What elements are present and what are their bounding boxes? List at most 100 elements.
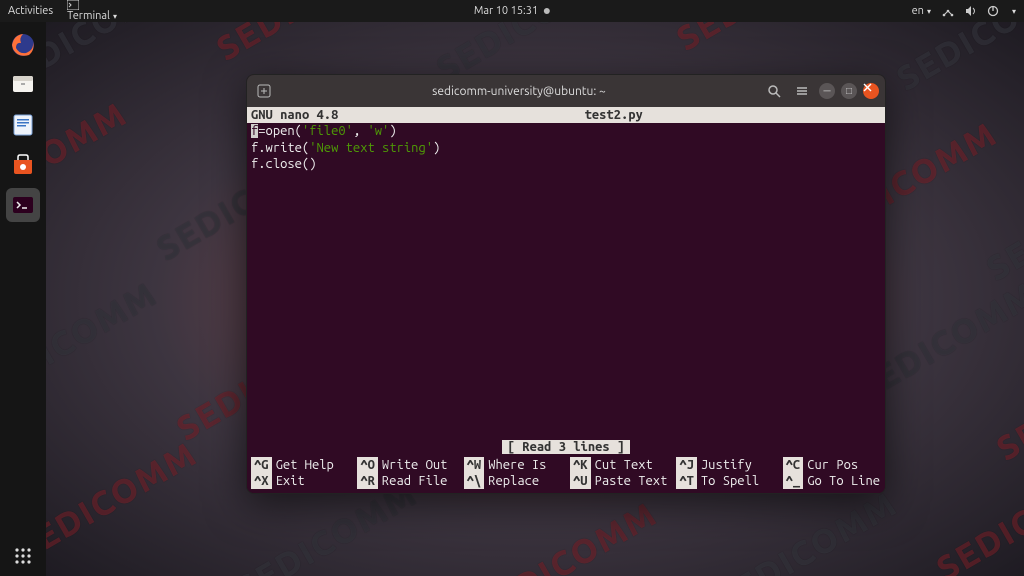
nano-status-label: [ Read 3 lines ] — [502, 440, 630, 454]
shortcut-key: ^T — [676, 473, 697, 489]
nano-shortcut: ^_Go To Line — [783, 473, 881, 489]
terminal-window: sedicomm-university@ubuntu: ~ ─ □ GNU na… — [246, 74, 886, 494]
dock-files[interactable] — [6, 68, 40, 102]
watermark-text: SEDICOMM — [710, 484, 903, 576]
clock-label: Mar 10 15:31 — [474, 5, 538, 17]
nano-shortcuts: ^GGet Help ^OWrite Out ^WWhere Is ^KCut Tex… — [251, 457, 881, 490]
close-button[interactable] — [863, 83, 879, 99]
window-title: sedicomm-university@ubuntu: ~ — [281, 85, 757, 98]
shortcut-key: ^\ — [464, 473, 485, 489]
watermark-text: SEDICOMM — [470, 494, 663, 576]
shortcut-key: ^W — [464, 457, 485, 473]
watermark-text: SEDICOMM — [980, 154, 1024, 288]
search-button[interactable] — [763, 80, 785, 102]
code-line: f.write('New text string') — [251, 140, 881, 156]
firefox-icon — [10, 32, 36, 58]
activities-button[interactable]: Activities — [8, 5, 53, 17]
shortcut-label: Paste Text — [595, 473, 668, 489]
nano-titlebar: GNU nano 4.8 test2.py — [247, 107, 885, 123]
search-icon — [767, 84, 781, 98]
watermark-text: SEDICOMM — [930, 454, 1024, 576]
watermark-text: SEDICOMM — [46, 94, 133, 228]
clock[interactable]: Mar 10 15:31 — [474, 5, 550, 17]
nano-shortcut: ^KCut Text — [570, 457, 668, 473]
shortcut-label: Exit — [276, 473, 305, 489]
menu-button[interactable] — [791, 80, 813, 102]
volume-icon[interactable] — [965, 5, 977, 17]
nano-shortcut: ^CCur Pos — [783, 457, 881, 473]
nano-shortcut: ^\Replace — [464, 473, 562, 489]
shortcut-label: Get Help — [276, 457, 334, 473]
power-icon[interactable] — [987, 5, 999, 17]
writer-icon — [10, 112, 36, 138]
notification-dot-icon — [544, 8, 550, 14]
shortcut-key: ^J — [676, 457, 697, 473]
terminal-icon — [10, 192, 36, 218]
shortcut-key: ^O — [357, 457, 378, 473]
shortcut-label: To Spell — [701, 473, 759, 489]
shortcut-key: ^K — [570, 457, 591, 473]
input-lang[interactable]: en▾ — [912, 5, 931, 17]
watermark-text: SEDICOMM — [46, 22, 183, 98]
shortcut-label: Go To Line — [807, 473, 880, 489]
desktop: SEDICOMMSEDICOMMSEDICOMMSEDICOMMSEDICOMM… — [46, 22, 1024, 576]
shortcut-label: Write Out — [382, 457, 448, 473]
hamburger-icon — [795, 84, 809, 98]
dock-terminal[interactable] — [6, 188, 40, 222]
nano-shortcut: ^GGet Help — [251, 457, 349, 473]
chevron-down-icon: ▾ — [113, 12, 117, 21]
shortcut-key: ^U — [570, 473, 591, 489]
nano-shortcut: ^XExit — [251, 473, 349, 489]
shortcut-label: Justify — [701, 457, 752, 473]
dock-software[interactable] — [6, 148, 40, 182]
input-lang-label: en — [912, 5, 924, 17]
watermark-text: SEDICOMM — [990, 334, 1024, 468]
dock-firefox[interactable] — [6, 28, 40, 62]
watermark-text: SEDICOMM — [46, 274, 163, 408]
app-menu-label: Terminal — [67, 10, 110, 22]
maximize-button[interactable]: □ — [841, 83, 857, 99]
files-icon — [10, 72, 36, 98]
nano-shortcut: ^RRead File — [357, 473, 455, 489]
watermark-text: SEDICOMM — [210, 22, 403, 68]
chevron-down-icon: ▾ — [1012, 7, 1016, 16]
shortcut-label: Cur Pos — [807, 457, 858, 473]
dock — [0, 22, 46, 576]
nano-shortcut: ^OWrite Out — [357, 457, 455, 473]
watermark-text: SEDICOMM — [670, 22, 863, 58]
close-icon — [863, 83, 872, 92]
editor-content[interactable]: f=open('file0', 'w') f.write('New text s… — [247, 123, 885, 172]
terminal-body[interactable]: GNU nano 4.8 test2.py f=open('file0', 'w… — [247, 107, 885, 493]
shortcut-key: ^_ — [783, 473, 804, 489]
nano-version: GNU nano 4.8 — [251, 107, 346, 123]
nano-status: [ Read 3 lines ] — [247, 439, 885, 455]
shortcut-label: Where Is — [488, 457, 546, 473]
shortcut-key: ^X — [251, 473, 272, 489]
window-titlebar[interactable]: sedicomm-university@ubuntu: ~ ─ □ — [247, 75, 885, 107]
shortcut-key: ^R — [357, 473, 378, 489]
app-menu[interactable]: Terminal▾ — [67, 0, 117, 22]
software-icon — [10, 152, 36, 178]
shortcut-label: Replace — [488, 473, 539, 489]
shortcut-label: Read File — [382, 473, 448, 489]
nano-shortcut: ^TTo Spell — [676, 473, 774, 489]
watermark-text: SEDICOMM — [46, 434, 203, 568]
network-icon[interactable] — [941, 5, 955, 17]
terminal-mini-icon — [67, 0, 79, 10]
new-tab-button[interactable] — [253, 80, 275, 102]
code-line: f.close() — [251, 156, 881, 172]
shortcut-key: ^G — [251, 457, 272, 473]
nano-shortcut: ^WWhere Is — [464, 457, 562, 473]
dock-writer[interactable] — [6, 108, 40, 142]
chevron-down-icon: ▾ — [927, 7, 931, 16]
plus-box-icon — [257, 84, 271, 98]
code-line: f=open('file0', 'w') — [251, 123, 881, 139]
shortcut-key: ^C — [783, 457, 804, 473]
gnome-topbar: Activities Terminal▾ Mar 10 15:31 en▾ ▾ — [0, 0, 1024, 22]
watermark-text: SEDICOMM — [890, 22, 1024, 98]
grid-icon — [13, 546, 33, 566]
minimize-button[interactable]: ─ — [819, 83, 835, 99]
nano-filename: test2.py — [346, 107, 881, 123]
show-applications[interactable] — [0, 546, 46, 566]
nano-shortcut: ^UPaste Text — [570, 473, 668, 489]
